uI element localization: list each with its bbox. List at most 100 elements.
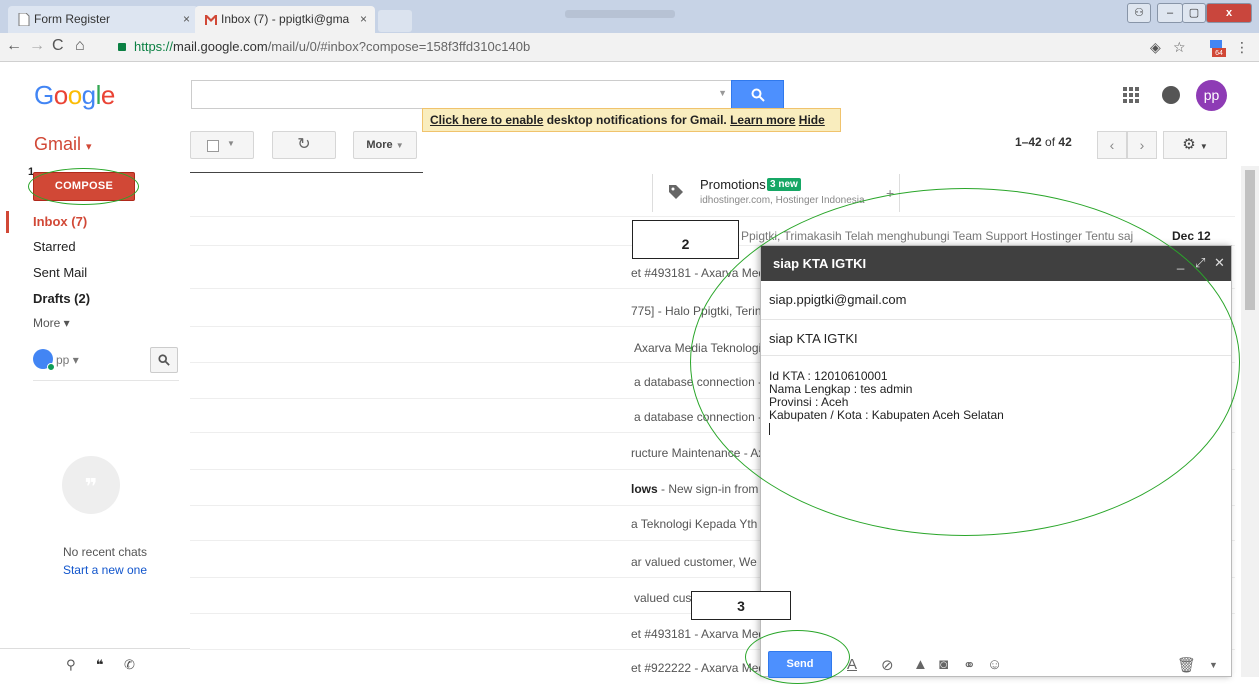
- drive-icon[interactable]: ▲: [913, 656, 928, 673]
- sidebar-item-drafts[interactable]: Drafts (2): [33, 291, 90, 306]
- hangouts-icon[interactable]: ❝: [96, 657, 112, 673]
- logo-letter: g: [81, 80, 96, 110]
- online-status-dot: [47, 363, 55, 371]
- scrollbar-thumb[interactable]: [1245, 170, 1255, 310]
- pager-of: of: [1045, 135, 1056, 149]
- pagination-count: 1–42 of 42: [1015, 135, 1072, 149]
- list-item[interactable]: et #493181 - Axarva Med: [631, 627, 765, 641]
- list-item[interactable]: lows - New sign-in from: [631, 482, 758, 496]
- sidebar-item-starred[interactable]: Starred: [33, 239, 76, 254]
- list-item-snippet: - New sign-in from: [657, 482, 759, 496]
- pager-total: 42: [1058, 135, 1072, 149]
- tab-close-icon[interactable]: ×: [183, 6, 190, 33]
- link-icon[interactable]: ⚭: [963, 656, 976, 674]
- url-host: mail.google.com: [173, 39, 268, 54]
- gear-icon: ⚙: [1182, 136, 1196, 153]
- chat-user-name-text: pp: [56, 353, 70, 367]
- emoji-icon[interactable]: ☺: [987, 656, 1002, 673]
- no-recent-chats-text: No recent chats: [62, 545, 148, 559]
- more-button[interactable]: More ▼: [353, 131, 417, 159]
- gmail-menu[interactable]: Gmail ▾: [34, 134, 92, 155]
- settings-button[interactable]: ⚙ ▼: [1163, 131, 1227, 159]
- chevron-down-icon: ▼: [1199, 142, 1208, 151]
- forward-arrow-icon[interactable]: →: [29, 37, 45, 55]
- extension-eye-icon[interactable]: ◈: [1150, 39, 1161, 56]
- annotation-oval: [745, 630, 850, 684]
- enable-notifications-link[interactable]: Click here to enable: [430, 113, 543, 127]
- tab-title: Form Register: [34, 12, 111, 26]
- older-page-button[interactable]: ›: [1127, 131, 1157, 159]
- promotions-new-badge: 3 new: [767, 178, 801, 191]
- chevron-down-icon: ▼: [227, 139, 235, 148]
- new-tab-button[interactable]: [378, 10, 412, 32]
- list-item[interactable]: a Teknologi Kepada Yth: [631, 517, 757, 531]
- notifications-bell-icon[interactable]: [1162, 86, 1180, 104]
- photo-icon[interactable]: ◙: [939, 656, 948, 673]
- chat-mode-bar: ⚲ ❝ ✆: [0, 648, 190, 677]
- chat-user-name[interactable]: pp ▾: [56, 353, 79, 367]
- account-avatar[interactable]: pp: [1196, 80, 1227, 111]
- logo-letter: e: [100, 80, 115, 110]
- sidebar-item-sent-mail[interactable]: Sent Mail: [33, 265, 87, 280]
- search-options-caret-icon[interactable]: ▼: [718, 88, 727, 98]
- search-input[interactable]: ▼: [191, 80, 733, 109]
- chevron-down-icon: ▾: [86, 141, 92, 153]
- newer-page-button[interactable]: ‹: [1097, 131, 1127, 159]
- more-options-icon[interactable]: ▼: [1209, 660, 1218, 670]
- hide-link[interactable]: Hide: [799, 113, 825, 127]
- phone-icon[interactable]: ✆: [124, 657, 140, 673]
- home-icon[interactable]: ⌂: [75, 37, 85, 55]
- search-button[interactable]: [731, 80, 784, 109]
- close-icon[interactable]: ✕: [1214, 255, 1225, 271]
- discard-trash-icon[interactable]: 🗑: [1177, 656, 1196, 674]
- url-path: /mail/u/0/#inbox?compose=158f3ffd310c140…: [267, 39, 531, 54]
- desktop-notification-bar: Click here to enable desktop notificatio…: [422, 108, 841, 132]
- logo-letter: o: [67, 80, 82, 110]
- person-icon[interactable]: ⚲: [66, 657, 82, 673]
- sidebar-divider: [33, 380, 179, 381]
- url-scheme: https://: [134, 39, 174, 54]
- list-item[interactable]: ar valued customer, We v: [631, 555, 766, 569]
- attach-icon[interactable]: ⊘: [881, 656, 894, 674]
- search-icon: [158, 354, 170, 366]
- google-logo[interactable]: Google: [34, 80, 115, 111]
- annotation-oval: [690, 188, 1240, 536]
- close-window-button[interactable]: x: [1206, 3, 1252, 23]
- document-icon: [18, 13, 30, 26]
- refresh-button[interactable]: ↻: [272, 131, 336, 159]
- svg-text:❞: ❞: [85, 475, 98, 500]
- annotation-oval: [28, 168, 139, 205]
- more-label: More: [366, 139, 393, 151]
- minimize-button[interactable]: –: [1157, 3, 1183, 23]
- tab-form-register[interactable]: Form Register ×: [8, 6, 198, 33]
- logo-letter: G: [34, 80, 54, 110]
- sidebar-item-inbox[interactable]: Inbox (7): [33, 214, 87, 229]
- user-profile-icon[interactable]: ⚇: [1127, 3, 1151, 23]
- list-item[interactable]: et #922222 - Axarva Med: [631, 661, 765, 675]
- start-new-chat-link[interactable]: Start a new one: [0, 563, 210, 577]
- chat-search-button[interactable]: [150, 347, 178, 373]
- tab-gmail-inbox[interactable]: Inbox (7) - ppigtki@gma ×: [195, 6, 375, 33]
- sidebar-item-more[interactable]: More ▾: [33, 316, 70, 330]
- annotation-number-2: 2: [632, 220, 739, 259]
- extension-badge-icon[interactable]: 64: [1207, 38, 1227, 58]
- chevron-left-icon: ‹: [1109, 137, 1115, 153]
- maximize-button[interactable]: ▢: [1182, 3, 1206, 23]
- gmail-icon: [205, 15, 217, 25]
- hangouts-quote-icon: ❞: [62, 456, 120, 514]
- tab-close-icon[interactable]: ×: [360, 6, 367, 33]
- browser-tab-bar: Form Register × Inbox (7) - ppigtki@gma …: [0, 0, 1259, 33]
- reload-icon[interactable]: C: [52, 37, 64, 55]
- select-checkbox-button[interactable]: ▼: [190, 131, 254, 159]
- apps-grid-icon[interactable]: [1122, 86, 1140, 104]
- extension-badge-count: 64: [1215, 50, 1223, 57]
- bookmark-star-icon[interactable]: ☆: [1173, 39, 1186, 56]
- back-arrow-icon[interactable]: ←: [6, 37, 22, 55]
- learn-more-link[interactable]: Learn more: [730, 113, 795, 127]
- lock-icon: [118, 43, 126, 51]
- chrome-menu-icon[interactable]: ⋮: [1235, 39, 1249, 56]
- url-field[interactable]: https://mail.google.com/mail/u/0/#inbox?…: [118, 36, 1238, 58]
- tag-icon: [669, 185, 683, 199]
- list-item-sender: lows: [631, 482, 658, 496]
- annotation-number-3: 3: [691, 591, 791, 620]
